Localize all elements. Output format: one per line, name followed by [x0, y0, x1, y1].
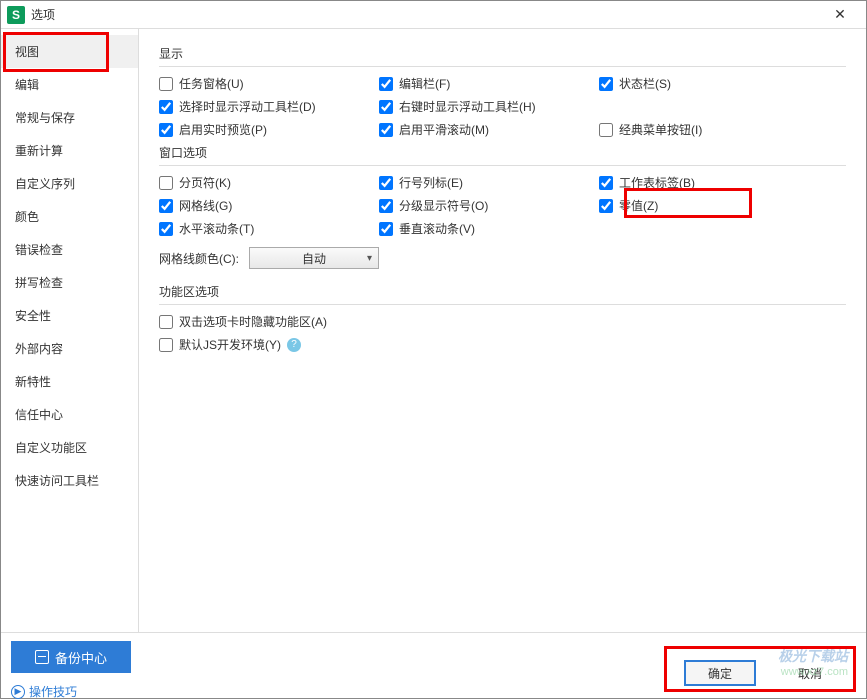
sidebar-item-1[interactable]: 编辑: [1, 68, 138, 101]
checkbox-label: 默认JS开发环境(Y): [179, 336, 281, 353]
sidebar-item-11[interactable]: 信任中心: [1, 398, 138, 431]
checkbox-label: 网格线(G): [179, 197, 232, 214]
sidebar-item-9[interactable]: 外部内容: [1, 332, 138, 365]
checkbox-label: 启用实时预览(P): [179, 121, 267, 138]
checkbox[interactable]: [379, 77, 393, 91]
checkbox[interactable]: [159, 123, 173, 137]
gridline-color-label: 网格线颜色(C):: [159, 250, 239, 267]
checkbox-label: 零值(Z): [619, 197, 658, 214]
checkbox-label: 工作表标签(B): [619, 174, 695, 191]
checkbox[interactable]: [159, 315, 173, 329]
sidebar-item-2[interactable]: 常规与保存: [1, 101, 138, 134]
sidebar: 视图编辑常规与保存重新计算自定义序列颜色错误检查拼写检查安全性外部内容新特性信任…: [1, 29, 139, 632]
checkbox-label: 右键时显示浮动工具栏(H): [399, 98, 536, 115]
checkbox[interactable]: [379, 199, 393, 213]
checkbox[interactable]: [379, 176, 393, 190]
backup-center-button[interactable]: 备份中心: [11, 641, 131, 673]
sidebar-item-6[interactable]: 错误检查: [1, 233, 138, 266]
checkbox-label: 双击选项卡时隐藏功能区(A): [179, 313, 327, 330]
checkbox[interactable]: [159, 222, 173, 236]
sidebar-item-12[interactable]: 自定义功能区: [1, 431, 138, 464]
gridline-color-value: 自动: [302, 250, 326, 267]
sidebar-item-10[interactable]: 新特性: [1, 365, 138, 398]
checkbox-label: 选择时显示浮动工具栏(D): [179, 98, 316, 115]
checkbox-label: 分级显示符号(O): [399, 197, 488, 214]
checkbox[interactable]: [599, 123, 613, 137]
checkbox[interactable]: [159, 338, 173, 352]
checkbox-label: 编辑栏(F): [399, 75, 450, 92]
help-icon[interactable]: ?: [287, 338, 301, 352]
play-icon: ▶: [11, 685, 25, 699]
cancel-button[interactable]: 取消: [774, 660, 846, 686]
sidebar-item-4[interactable]: 自定义序列: [1, 167, 138, 200]
checkbox[interactable]: [379, 123, 393, 137]
checkbox[interactable]: [379, 222, 393, 236]
sidebar-item-7[interactable]: 拼写检查: [1, 266, 138, 299]
checkbox[interactable]: [159, 77, 173, 91]
section-title-display: 显示: [159, 45, 846, 62]
tips-link[interactable]: ▶ 操作技巧: [11, 683, 131, 700]
ok-button[interactable]: 确定: [684, 660, 756, 686]
tips-label: 操作技巧: [29, 683, 77, 700]
content-pane: 显示 任务窗格(U) 编辑栏(F) 状态栏(S) 选择时显示浮动工具栏(D) 右键时显示…: [139, 29, 866, 632]
backup-label: 备份中心: [55, 648, 107, 667]
titlebar: S 选项 ✕: [1, 1, 866, 29]
sidebar-item-5[interactable]: 颜色: [1, 200, 138, 233]
close-icon[interactable]: ✕: [820, 1, 860, 29]
app-icon: S: [7, 6, 25, 24]
checkbox-label: 行号列标(E): [399, 174, 463, 191]
checkbox[interactable]: [599, 199, 613, 213]
backup-icon: [35, 650, 49, 664]
checkbox-label: 状态栏(S): [619, 75, 671, 92]
checkbox-label: 水平滚动条(T): [179, 220, 254, 237]
section-title-window: 窗口选项: [159, 144, 846, 161]
checkbox[interactable]: [599, 176, 613, 190]
checkbox-label: 垂直滚动条(V): [399, 220, 475, 237]
sidebar-item-13[interactable]: 快速访问工具栏: [1, 464, 138, 497]
checkbox-label: 启用平滑滚动(M): [399, 121, 489, 138]
window-title: 选项: [31, 6, 820, 23]
checkbox[interactable]: [379, 100, 393, 114]
sidebar-item-8[interactable]: 安全性: [1, 299, 138, 332]
sidebar-item-0[interactable]: 视图: [1, 35, 138, 68]
ok-label: 确定: [708, 665, 732, 682]
options-dialog: S 选项 ✕ 视图编辑常规与保存重新计算自定义序列颜色错误检查拼写检查安全性外部…: [0, 0, 867, 699]
checkbox-label: 任务窗格(U): [179, 75, 244, 92]
section-title-ribbon: 功能区选项: [159, 283, 846, 300]
checkbox-label: 经典菜单按钮(I): [619, 121, 702, 138]
checkbox[interactable]: [599, 77, 613, 91]
footer: 备份中心 ▶ 操作技巧 确定 取消: [1, 632, 866, 698]
sidebar-item-3[interactable]: 重新计算: [1, 134, 138, 167]
checkbox[interactable]: [159, 176, 173, 190]
cancel-label: 取消: [798, 665, 822, 682]
checkbox-label: 分页符(K): [179, 174, 231, 191]
gridline-color-dropdown[interactable]: 自动: [249, 247, 379, 269]
checkbox[interactable]: [159, 199, 173, 213]
checkbox[interactable]: [159, 100, 173, 114]
